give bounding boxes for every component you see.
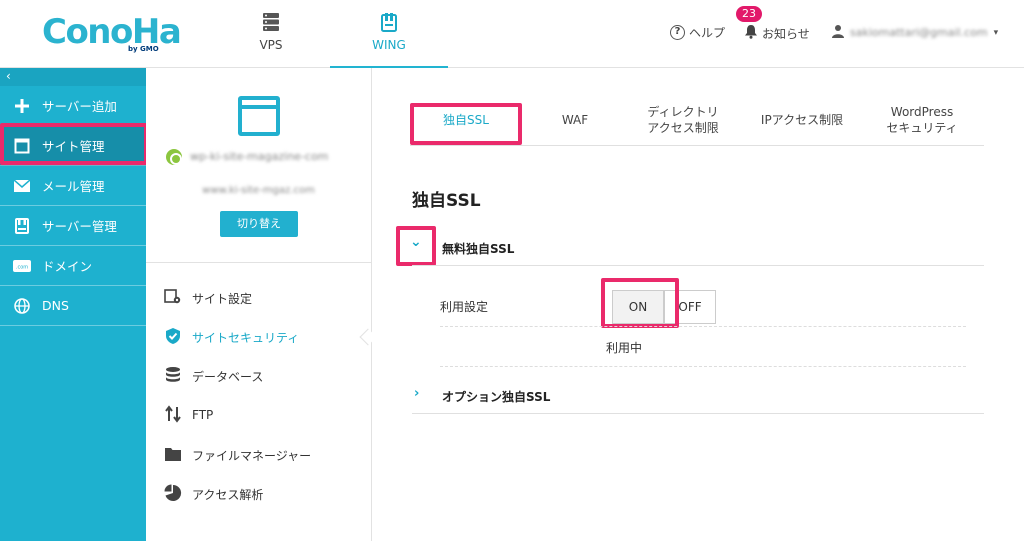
wing-icon xyxy=(380,12,398,36)
dashed-divider xyxy=(440,326,966,327)
site-summary: wp-ki-site-magazine-com www.ki-site-mgaz… xyxy=(146,68,371,263)
tab-label: ディレクトリ xyxy=(647,105,719,119)
user-menu[interactable]: sakiomattari@gmail.com ▾ xyxy=(832,24,998,41)
sidebar-item-label: DNS xyxy=(42,298,69,313)
menu-label: FTP xyxy=(192,408,214,422)
sidebar-collapse-button[interactable]: ‹ xyxy=(0,68,146,86)
section-divider xyxy=(412,413,984,414)
sidebar-item-label: サーバー追加 xyxy=(42,99,117,114)
notice-link[interactable]: お知らせ xyxy=(744,24,810,42)
user-icon xyxy=(832,24,844,41)
globe-icon xyxy=(12,296,32,316)
notification-badge: 23 xyxy=(736,6,762,22)
menu-ftp[interactable]: FTP xyxy=(164,404,214,426)
tab-wordpress-security[interactable]: WordPress セキュリティ xyxy=(866,96,978,144)
option-ssl-title[interactable]: オプション独自SSL xyxy=(442,388,550,405)
bell-icon xyxy=(744,24,758,42)
domain-icon: .com xyxy=(12,256,32,276)
power-icon xyxy=(166,149,182,165)
notice-label: お知らせ xyxy=(762,26,810,41)
menu-label: ファイルマネージャー xyxy=(192,448,312,463)
menu-database[interactable]: データベース xyxy=(164,366,263,386)
sidebar-item-label: メール管理 xyxy=(42,179,105,194)
dashed-divider xyxy=(440,366,966,367)
use-setting-label: 利用設定 xyxy=(440,300,489,314)
question-icon: ? xyxy=(670,25,685,40)
menu-label: サイト設定 xyxy=(192,291,253,306)
sidebar-item-label: ドメイン xyxy=(42,259,93,274)
folder-icon xyxy=(164,446,182,465)
site-window-icon xyxy=(238,96,280,136)
menu-file-manager[interactable]: ファイルマネージャー xyxy=(164,445,311,465)
nav-vps[interactable]: VPS xyxy=(212,0,330,68)
tab-directory-access[interactable]: ディレクトリ アクセス制限 xyxy=(624,96,742,144)
menu-site-security[interactable]: サイトセキュリティ xyxy=(164,327,299,347)
sidebar-item-add-server[interactable]: サーバー追加 xyxy=(0,86,146,126)
highlight-ssl-tab xyxy=(410,103,522,145)
server-stack-icon xyxy=(262,12,280,36)
top-header: ConoHa by GMO VPS WING ? ヘルプ 23 お知らせ sak… xyxy=(0,0,1024,69)
switch-site-button[interactable]: 切り替え xyxy=(220,211,298,237)
tab-label: WAF xyxy=(561,113,589,127)
plus-icon xyxy=(12,96,32,116)
sidebar-item-label: サーバー管理 xyxy=(42,219,117,234)
site-settings-icon xyxy=(164,288,182,308)
menu-access-analysis[interactable]: アクセス解析 xyxy=(164,484,263,504)
ssl-status: 利用中 xyxy=(606,341,643,355)
site-domain: wp-ki-site-magazine-com xyxy=(190,150,329,163)
menu-site-settings[interactable]: サイト設定 xyxy=(164,288,252,308)
section-divider xyxy=(412,265,984,266)
server-icon xyxy=(12,216,32,236)
page-title: 独自SSL xyxy=(412,191,481,211)
nav-wing-label: WING xyxy=(372,38,406,52)
user-email: sakiomattari@gmail.com xyxy=(850,26,988,39)
free-ssl-title: 無料独自SSL xyxy=(442,242,515,256)
menu-label: サイトセキュリティ xyxy=(192,330,300,345)
mail-icon xyxy=(12,176,32,196)
chevron-down-icon[interactable]: ⌄ xyxy=(410,234,422,250)
sidebar-item-domain[interactable]: .com ドメイン xyxy=(0,246,146,286)
help-link[interactable]: ? ヘルプ xyxy=(670,24,725,41)
menu-label: アクセス解析 xyxy=(192,487,264,502)
sidebar-item-dns[interactable]: DNS xyxy=(0,286,146,326)
svg-text:.com: .com xyxy=(16,264,28,270)
main-content: 独自SSL WAF ディレクトリ アクセス制限 IPアクセス制限 WordPre… xyxy=(372,68,1024,541)
tab-ip-access[interactable]: IPアクセス制限 xyxy=(746,96,858,144)
tab-label: IPアクセス制限 xyxy=(760,113,844,127)
sidebar-item-mail-management[interactable]: メール管理 xyxy=(0,166,146,206)
tab-label-line2: セキュリティ xyxy=(886,121,958,135)
highlight-on-button xyxy=(601,278,679,328)
tab-label: WordPress xyxy=(890,105,954,119)
conoha-logo[interactable]: ConoHa by GMO xyxy=(42,12,182,56)
menu-label: データベース xyxy=(192,369,264,384)
chevron-down-icon: ▾ xyxy=(993,27,999,38)
nav-vps-label: VPS xyxy=(259,38,283,52)
shield-check-icon xyxy=(164,327,182,348)
transfer-icon xyxy=(164,404,182,426)
site-subdomain: www.ki-site-mgaz.com xyxy=(202,185,315,196)
database-icon xyxy=(164,366,182,387)
help-label: ヘルプ xyxy=(689,26,726,40)
logo-sub: by GMO xyxy=(128,45,159,53)
highlight-site-management xyxy=(0,123,148,165)
pie-chart-icon xyxy=(164,484,182,505)
site-panel: wp-ki-site-magazine-com www.ki-site-mgaz… xyxy=(146,68,372,541)
nav-wing[interactable]: WING xyxy=(330,0,448,69)
chevron-right-icon[interactable]: › xyxy=(414,386,419,401)
tab-label-line2: アクセス制限 xyxy=(647,121,719,135)
tab-waf[interactable]: WAF xyxy=(540,96,610,144)
sidebar-item-server-management[interactable]: サーバー管理 xyxy=(0,206,146,246)
